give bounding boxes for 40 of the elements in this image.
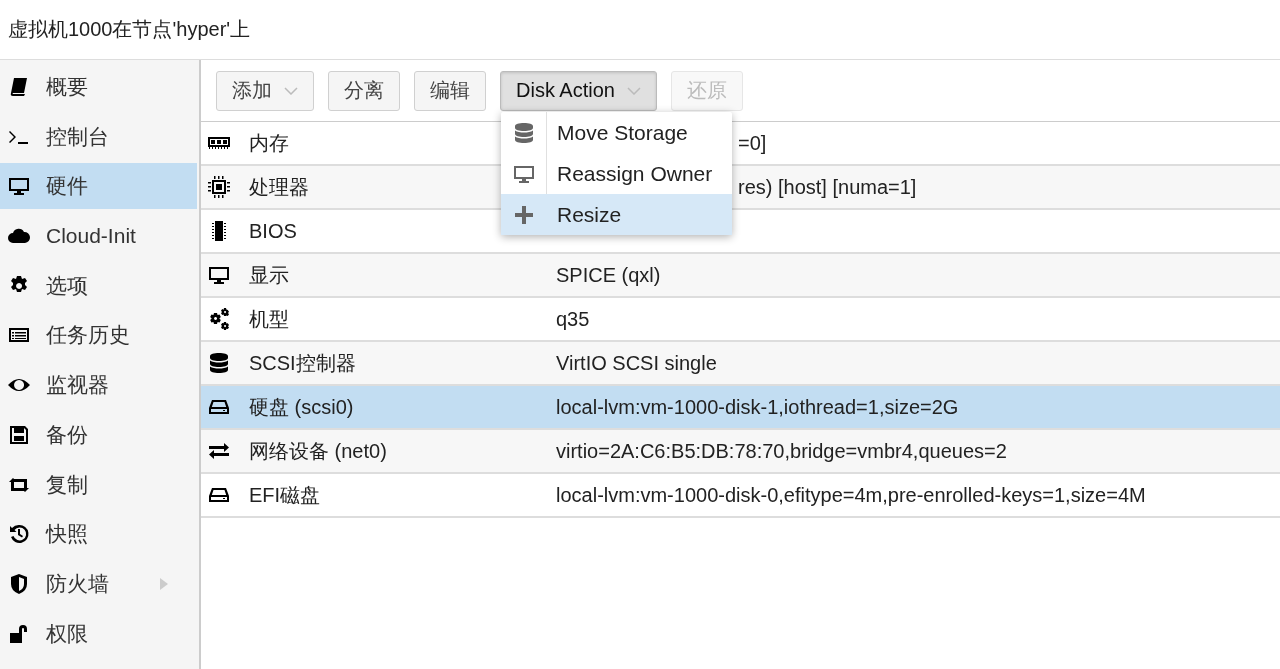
- sidebar-item[interactable]: 备份: [0, 411, 199, 458]
- sidebar-item[interactable]: Cloud-Init: [0, 213, 199, 260]
- table-cell: 处理器: [249, 175, 309, 198]
- sidebar-item[interactable]: 概要: [0, 64, 199, 110]
- table-cell: VirtIO SCSI single: [556, 351, 717, 375]
- menu-item[interactable]: Move Storage: [501, 112, 732, 153]
- table-cell: local-lvm:vm-1000-disk-0,efitype=4m,pre-enrolled-keys=1,size=4M: [556, 483, 1146, 507]
- sidebar-item[interactable]: 任务历史: [0, 312, 199, 359]
- table-cell: EFI磁盘: [249, 483, 321, 506]
- toolbar-button[interactable]: 添加: [216, 70, 314, 111]
- sidebar-item[interactable]: 选项: [0, 262, 199, 309]
- sidebar-item[interactable]: 复制: [0, 461, 199, 508]
- chip-icon: [207, 175, 231, 199]
- window-title: 虚拟机1000在节点'hyper'上: [8, 17, 251, 42]
- sidebar-item[interactable]: 防火墙: [0, 560, 199, 607]
- toolbar-button[interactable]: 分离: [328, 70, 400, 111]
- table-cell: virtio=2A:C6:B5:DB:78:70,bridge=vmbr4,queues=2: [556, 439, 1007, 463]
- table-cell: 显示: [249, 263, 289, 286]
- table-cell: local-lvm:vm-1000-disk-1,iothread=1,size=2G: [556, 395, 959, 419]
- table-cell: SCSI控制器: [249, 351, 356, 374]
- table-cell: BIOS: [249, 219, 297, 242]
- table-cell: 机型: [249, 307, 289, 330]
- menu-item[interactable]: Resize: [501, 194, 732, 235]
- toolbar-button[interactable]: Disk Action: [500, 70, 657, 111]
- table-cell: res) [host] [numa=1]: [738, 175, 917, 199]
- sidebar-item[interactable]: 控制台: [0, 113, 199, 160]
- sidebar-item[interactable]: 硬件: [0, 163, 197, 210]
- sidebar-item[interactable]: 权限: [0, 610, 199, 657]
- table-cell: SPICE (qxl): [556, 263, 661, 287]
- table-cell: =0]: [738, 131, 767, 155]
- toolbar-button[interactable]: 编辑: [414, 70, 486, 111]
- sidebar-item[interactable]: 监视器: [0, 362, 199, 409]
- table-cell: 硬盘 (scsi0): [249, 395, 354, 418]
- collapsed-caret-icon[interactable]: [159, 576, 169, 591]
- table-cell: 网络设备 (net0): [249, 439, 387, 462]
- table-cell: 内存: [249, 131, 289, 154]
- database-icon: [207, 351, 231, 375]
- table-cell: q35: [556, 307, 590, 331]
- gears-icon: [207, 307, 231, 331]
- sidebar-item[interactable]: 快照: [0, 511, 199, 558]
